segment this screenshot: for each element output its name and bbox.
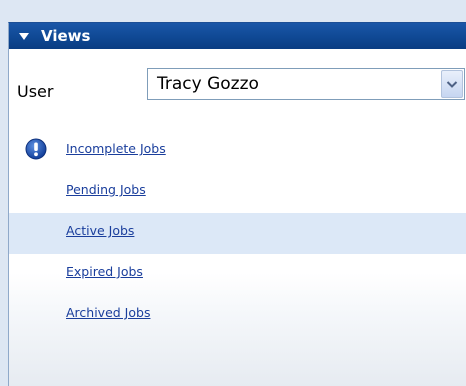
user-filter-row: User Tracy Gozzo (9, 61, 466, 103)
user-select-value: Tracy Gozzo (157, 74, 259, 94)
list-item-expired-jobs: Expired Jobs (9, 254, 466, 295)
user-label: User (17, 82, 54, 101)
list-item-active-jobs: Active Jobs (9, 213, 466, 254)
list-item-archived-jobs: Archived Jobs (9, 295, 466, 336)
list-item-pending-jobs: Pending Jobs (9, 172, 466, 213)
list-item-incomplete-jobs: Incomplete Jobs (9, 131, 466, 172)
triangle-down-icon[interactable] (9, 23, 39, 49)
views-list: Incomplete Jobs Pending Jobs Active Jobs… (9, 131, 466, 336)
incomplete-jobs-link[interactable]: Incomplete Jobs (66, 141, 166, 156)
exclamation-circle-icon (25, 138, 47, 160)
pending-jobs-link[interactable]: Pending Jobs (66, 182, 146, 197)
archived-jobs-link[interactable]: Archived Jobs (66, 305, 150, 320)
active-jobs-link[interactable]: Active Jobs (66, 223, 134, 238)
expired-jobs-link[interactable]: Expired Jobs (66, 264, 143, 279)
chevron-down-icon[interactable] (441, 70, 463, 98)
views-panel: Views User Tracy Gozzo Incomplete Jobs P… (8, 22, 466, 386)
user-select[interactable]: Tracy Gozzo (147, 68, 465, 100)
views-title: Views (41, 27, 91, 45)
views-header[interactable]: Views (9, 23, 466, 49)
